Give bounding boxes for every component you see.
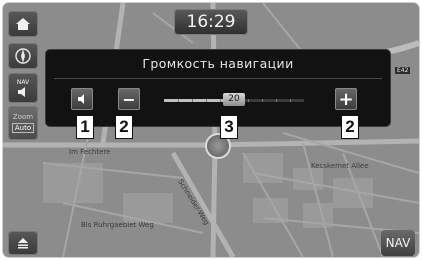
divider: [54, 78, 382, 79]
zoom-auto-label: Auto: [11, 123, 35, 133]
callout-label: 2: [115, 115, 133, 139]
map-street-label: Kecskemet Allee: [311, 162, 369, 170]
road-badge: E42: [395, 67, 411, 74]
clock-display: 16:29: [174, 9, 248, 35]
callout-label: 3: [220, 115, 238, 139]
slider-tick: [290, 99, 291, 102]
slider-tick: [178, 99, 179, 102]
menu-button[interactable]: [8, 231, 38, 255]
volume-down-button[interactable]: −: [118, 88, 140, 110]
callout-label: 1: [76, 115, 94, 139]
home-button[interactable]: [8, 11, 38, 37]
callout-label: 2: [341, 115, 359, 139]
speaker-icon: [78, 94, 84, 104]
nav-volume-button[interactable]: NAV: [8, 73, 38, 103]
slider-tick: [248, 99, 249, 102]
zoom-label: Zoom: [12, 113, 34, 121]
mute-button[interactable]: [71, 88, 93, 110]
volume-slider-thumb[interactable]: 20: [223, 93, 245, 106]
menu-icon: [18, 238, 28, 249]
slider-tick: [276, 99, 277, 102]
navigation-screen: Im Fechtere Schneider-Weg Kecskemet Alle…: [3, 3, 419, 257]
compass-button[interactable]: [8, 43, 38, 69]
nav-mode-button[interactable]: NAV: [381, 230, 415, 256]
map-street-label: Im Fechtere: [69, 148, 111, 156]
slider-tick: [262, 99, 263, 102]
slider-tick: [206, 99, 207, 102]
slider-tick: [220, 99, 221, 102]
zoom-auto-button[interactable]: Zoom Auto: [8, 106, 38, 140]
popup-title: Громкость навигации: [142, 56, 294, 71]
volume-up-button[interactable]: +: [335, 88, 357, 110]
nav-volume-label: NAV: [16, 78, 30, 86]
compass-icon: [15, 48, 31, 64]
map-street-label: Bis Ruhrgaebiet Weg: [81, 221, 154, 229]
home-icon: [16, 18, 30, 30]
navigation-volume-popup: Громкость навигации − 20 +: [46, 50, 390, 126]
slider-tick: [192, 99, 193, 102]
speaker-icon: [18, 86, 25, 97]
